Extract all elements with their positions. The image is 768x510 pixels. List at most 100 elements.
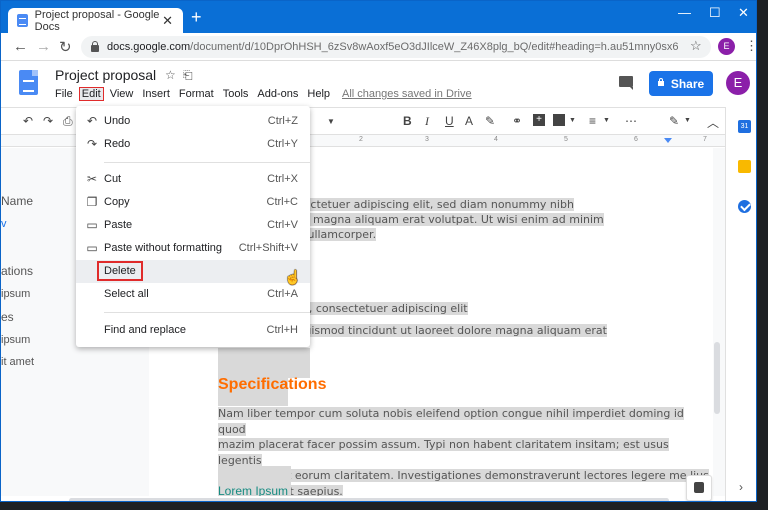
- menu-file[interactable]: File: [55, 87, 73, 101]
- menu-item-shortcut: Ctrl+C: [266, 196, 298, 208]
- close-window-button[interactable]: ✕: [738, 5, 749, 21]
- menu-item-shortcut: Ctrl+V: [267, 219, 298, 231]
- ruler-tick: 5: [564, 136, 568, 143]
- url-path: /document/d/10DprOhHSH_6zSv8wAoxf5eO3dJI…: [190, 41, 679, 53]
- minimize-button[interactable]: —: [678, 5, 691, 20]
- menu-item-redo[interactable]: ↷ Redo Ctrl+Y: [76, 133, 310, 156]
- document-title[interactable]: Project proposal: [55, 67, 156, 83]
- outline-item[interactable]: ations: [1, 264, 33, 278]
- docs-logo-icon[interactable]: [19, 70, 38, 95]
- docs-header: Project proposal ☆ ⎗ File Edit View Inse…: [1, 62, 756, 107]
- outline-item[interactable]: ipsum: [1, 288, 30, 300]
- align-dropdown-icon[interactable]: ▼: [603, 117, 610, 124]
- underline-icon[interactable]: U: [445, 114, 454, 128]
- text-line: Nam liber tempor cum soluta nobis eleife…: [218, 407, 684, 436]
- explore-button[interactable]: [686, 475, 712, 501]
- menu-item-shortcut: Ctrl+A: [267, 288, 298, 300]
- ruler-tick: 6: [634, 136, 638, 143]
- menu-item-find-replace[interactable]: Find and replace Ctrl+H: [76, 319, 310, 342]
- vertical-scrollbar[interactable]: [714, 342, 720, 414]
- edit-menu: ↶ Undo Ctrl+Z ↷ Redo Ctrl+Y ✂ Cut Ctrl+X…: [76, 106, 310, 347]
- menu-addons[interactable]: Add-ons: [257, 87, 298, 101]
- bookmark-star-icon[interactable]: ☆: [690, 38, 702, 54]
- collapse-toolbar-icon[interactable]: ︿: [707, 114, 719, 131]
- subheading: Lorem Ipsum: [218, 484, 289, 496]
- undo-icon[interactable]: ↶: [23, 114, 33, 128]
- menu-item-paste-without-formatting[interactable]: ▭ Paste without formatting Ctrl+Shift+V: [76, 237, 310, 260]
- calendar-icon[interactable]: 31: [738, 120, 751, 133]
- menu-item-shortcut: Ctrl+Shift+V: [238, 242, 298, 254]
- outline-item[interactable]: it amet: [1, 356, 34, 368]
- maximize-button[interactable]: ☐: [709, 5, 721, 21]
- share-button[interactable]: Share: [649, 71, 713, 96]
- browser-menu-icon[interactable]: ⋮: [745, 38, 756, 54]
- tasks-icon[interactable]: [738, 200, 751, 213]
- bold-icon[interactable]: B: [403, 114, 412, 128]
- copy-icon: ❐: [86, 195, 98, 209]
- redo-icon: ↷: [86, 137, 98, 151]
- font-dropdown-icon[interactable]: ▼: [327, 117, 335, 126]
- account-avatar[interactable]: E: [726, 71, 750, 95]
- comment-history-icon[interactable]: [619, 76, 633, 90]
- horizontal-scrollbar[interactable]: [69, 498, 669, 501]
- menu-edit[interactable]: Edit: [78, 87, 104, 101]
- title-bar: Project proposal - Google Docs ✕ + — ☐ ✕: [1, 1, 756, 33]
- ruler-tick: 3: [425, 136, 429, 143]
- menu-item-shortcut: Ctrl+X: [267, 173, 298, 185]
- image-dropdown-icon[interactable]: ▼: [569, 117, 576, 124]
- menu-item-paste[interactable]: ▭ Paste Ctrl+V: [76, 214, 310, 237]
- redo-icon[interactable]: ↷: [43, 114, 53, 128]
- more-icon[interactable]: ⋯: [625, 114, 637, 128]
- forward-button[interactable]: →: [36, 38, 51, 55]
- menu-item-label: Find and replace: [104, 324, 186, 336]
- address-bar-row: ← → ↻ docs.google.com/document/d/10DprOh…: [1, 33, 756, 61]
- menu-view[interactable]: View: [110, 87, 134, 101]
- insert-comment-icon[interactable]: +: [533, 114, 545, 126]
- editing-mode-icon[interactable]: ✎: [669, 114, 679, 128]
- browser-window: Project proposal - Google Docs ✕ + — ☐ ✕…: [0, 0, 757, 502]
- reload-button[interactable]: ↻: [59, 38, 72, 56]
- expand-panel-icon[interactable]: ›: [739, 480, 743, 494]
- mode-dropdown-icon[interactable]: ▼: [684, 117, 691, 124]
- menu-format[interactable]: Format: [179, 87, 214, 101]
- save-status-link[interactable]: All changes saved in Drive: [342, 88, 472, 100]
- back-button[interactable]: ←: [13, 38, 28, 55]
- menu-item-label: Undo: [104, 115, 131, 127]
- new-tab-button[interactable]: +: [191, 7, 202, 28]
- menu-insert[interactable]: Insert: [142, 87, 170, 101]
- menu-item-cut[interactable]: ✂ Cut Ctrl+X: [76, 168, 310, 191]
- outline-item[interactable]: es: [1, 310, 14, 324]
- italic-icon[interactable]: I: [425, 114, 429, 129]
- outline-item[interactable]: v: [1, 218, 7, 230]
- profile-avatar[interactable]: E: [718, 38, 735, 55]
- share-label: Share: [670, 76, 705, 91]
- menu-item-copy[interactable]: ❐ Copy Ctrl+C: [76, 191, 310, 214]
- align-icon[interactable]: ≡: [589, 114, 596, 128]
- heading-specifications: Specifications: [218, 376, 327, 393]
- docs-favicon-icon: [17, 14, 28, 27]
- outline-item[interactable]: Name: [1, 194, 33, 208]
- outline-item[interactable]: ipsum: [1, 334, 30, 346]
- keep-icon[interactable]: [738, 160, 751, 173]
- star-icon[interactable]: ☆: [165, 68, 176, 82]
- menu-help[interactable]: Help: [307, 87, 330, 101]
- lock-icon: [91, 40, 99, 52]
- menu-separator: [104, 162, 310, 163]
- print-icon[interactable]: ⎙: [63, 114, 73, 129]
- menu-item-label: Copy: [104, 196, 130, 208]
- menu-item-undo[interactable]: ↶ Undo Ctrl+Z: [76, 110, 310, 133]
- browser-tab[interactable]: Project proposal - Google Docs ✕: [8, 8, 183, 33]
- move-folder-icon[interactable]: ⎗: [183, 68, 193, 83]
- url-bar[interactable]: docs.google.com/document/d/10DprOhHSH_6z…: [81, 36, 711, 58]
- menu-tools[interactable]: Tools: [223, 87, 249, 101]
- menu-item-label: Redo: [104, 138, 131, 150]
- text-color-icon[interactable]: A: [465, 114, 473, 128]
- highlight-icon[interactable]: ✎: [485, 114, 495, 128]
- menu-item-delete[interactable]: Delete: [76, 260, 310, 283]
- link-icon[interactable]: ⚭: [512, 114, 522, 128]
- menu-item-shortcut: Ctrl+Y: [267, 138, 298, 150]
- close-tab-icon[interactable]: ✕: [162, 13, 173, 29]
- menu-item-select-all[interactable]: Select all Ctrl+A: [76, 283, 310, 306]
- right-indent-marker[interactable]: [664, 138, 672, 143]
- insert-image-icon[interactable]: [553, 114, 565, 126]
